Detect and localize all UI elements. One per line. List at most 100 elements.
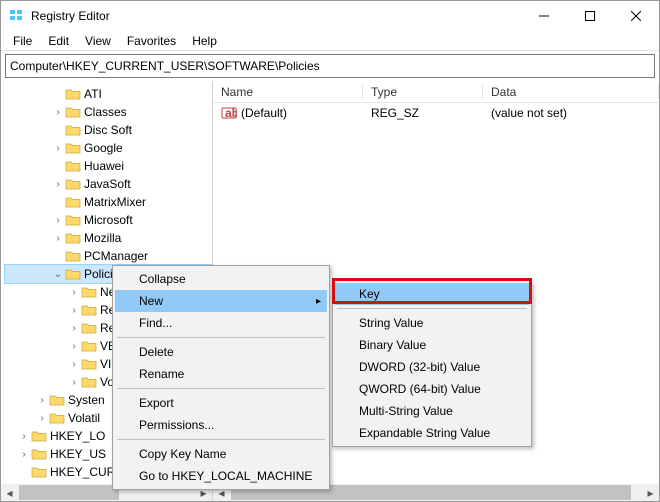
folder-icon [81, 356, 97, 372]
folder-icon [65, 194, 81, 210]
tree-twisty-icon[interactable]: › [51, 215, 65, 226]
tree-item-label: JavaSoft [84, 177, 131, 191]
tree-twisty-icon[interactable]: › [35, 395, 49, 406]
menu-edit[interactable]: Edit [40, 32, 77, 50]
tree-item[interactable]: Huawei [5, 157, 212, 175]
tree-twisty-icon[interactable]: › [51, 233, 65, 244]
value-data: (value not set) [483, 106, 659, 120]
folder-icon [81, 320, 97, 336]
tree-item[interactable]: ›Mozilla [5, 229, 212, 247]
ctx-separator [117, 337, 325, 338]
folder-icon [31, 464, 47, 480]
svg-text:ab: ab [225, 106, 237, 120]
tree-twisty-icon[interactable]: ⌄ [51, 269, 65, 280]
ctx-goto-hklm[interactable]: Go to HKEY_LOCAL_MACHINE [115, 465, 327, 487]
tree-item[interactable]: › Classes [5, 103, 212, 121]
folder-icon [65, 122, 81, 138]
tree-item-label: ATI [84, 87, 102, 101]
tree-twisty-icon[interactable]: › [67, 323, 81, 334]
tree-twisty-icon[interactable]: › [51, 179, 65, 190]
folder-icon [65, 212, 81, 228]
ctx-new[interactable]: New [115, 290, 327, 312]
tree-twisty-icon[interactable]: › [51, 107, 65, 118]
col-type[interactable]: Type [363, 85, 483, 99]
tree-item-label: Huawei [84, 159, 124, 173]
tree-twisty-icon[interactable]: › [17, 449, 31, 460]
folder-icon [81, 284, 97, 300]
tree-item[interactable]: › Microsoft [5, 211, 212, 229]
value-type: REG_SZ [363, 106, 483, 120]
window-buttons [521, 1, 659, 31]
tree-item-label: Classes [84, 105, 127, 119]
tree-twisty-icon[interactable]: › [67, 341, 81, 352]
folder-icon [65, 104, 81, 120]
menu-view[interactable]: View [77, 32, 119, 50]
col-data[interactable]: Data [483, 85, 659, 99]
tree-item[interactable]: ATI [5, 85, 212, 103]
ctx-separator [337, 308, 527, 309]
ctx-delete[interactable]: Delete [115, 341, 327, 363]
tree-twisty-icon[interactable]: › [67, 359, 81, 370]
scroll-left-icon[interactable]: ◂ [1, 484, 18, 501]
list-row[interactable]: ab (Default) REG_SZ (value not set) [213, 103, 659, 123]
tree-twisty-icon[interactable]: › [67, 377, 81, 388]
ctx-permissions[interactable]: Permissions... [115, 414, 327, 436]
minimize-button[interactable] [521, 1, 567, 31]
ctx-new-dword[interactable]: DWORD (32-bit) Value [335, 356, 529, 378]
ctx-separator [117, 439, 325, 440]
ctx-separator [117, 388, 325, 389]
regedit-icon [9, 8, 25, 24]
col-name[interactable]: Name [213, 85, 363, 99]
ctx-export[interactable]: Export [115, 392, 327, 414]
ctx-new-expandstring[interactable]: Expandable String Value [335, 422, 529, 444]
menu-favorites[interactable]: Favorites [119, 32, 184, 50]
ctx-copy-key-name[interactable]: Copy Key Name [115, 443, 327, 465]
context-submenu-new: Key String Value Binary Value DWORD (32-… [332, 280, 532, 447]
ctx-new-string[interactable]: String Value [335, 312, 529, 334]
tree-item[interactable]: MatrixMixer [5, 193, 212, 211]
ctx-find[interactable]: Find... [115, 312, 327, 334]
tree-item[interactable]: PCManager [5, 247, 212, 265]
address-path: Computer\HKEY_CURRENT_USER\SOFTWARE\Poli… [10, 59, 320, 73]
tree-item-label: Microsoft [84, 213, 133, 227]
ctx-collapse[interactable]: Collapse [115, 268, 327, 290]
titlebar: Registry Editor [1, 1, 659, 31]
context-menu: Collapse New Find... Delete Rename Expor… [112, 265, 330, 490]
ctx-new-qword[interactable]: QWORD (64-bit) Value [335, 378, 529, 400]
tree-item-label: MatrixMixer [84, 195, 146, 209]
tree-twisty-icon[interactable]: › [35, 413, 49, 424]
tree-twisty-icon[interactable]: › [51, 143, 65, 154]
close-button[interactable] [613, 1, 659, 31]
ctx-new-key[interactable]: Key [335, 283, 529, 305]
string-value-icon: ab [221, 105, 237, 121]
folder-icon [65, 158, 81, 174]
tree-twisty-icon[interactable]: › [67, 305, 81, 316]
menubar: File Edit View Favorites Help [1, 31, 659, 51]
registry-editor-window: Registry Editor File Edit View Favorites… [0, 0, 660, 502]
folder-icon [49, 410, 65, 426]
ctx-rename[interactable]: Rename [115, 363, 327, 385]
folder-icon [81, 374, 97, 390]
folder-icon [65, 140, 81, 156]
menu-file[interactable]: File [5, 32, 40, 50]
value-name: (Default) [241, 106, 287, 120]
tree-twisty-icon[interactable]: › [17, 431, 31, 442]
ctx-new-binary[interactable]: Binary Value [335, 334, 529, 356]
address-bar[interactable]: Computer\HKEY_CURRENT_USER\SOFTWARE\Poli… [5, 54, 655, 78]
main-area: ATI › Classes Disc Soft›Google Huawei › JavaSo… [1, 81, 659, 501]
menu-help[interactable]: Help [184, 32, 225, 50]
folder-icon [31, 428, 47, 444]
tree-item[interactable]: Disc Soft [5, 121, 212, 139]
folder-icon [49, 392, 65, 408]
tree-twisty-icon[interactable]: › [67, 287, 81, 298]
folder-icon [31, 446, 47, 462]
folder-icon [81, 302, 97, 318]
folder-icon [65, 248, 81, 264]
folder-icon [65, 176, 81, 192]
scroll-right-icon[interactable]: ▸ [642, 484, 659, 501]
tree-item[interactable]: ›Google [5, 139, 212, 157]
maximize-button[interactable] [567, 1, 613, 31]
ctx-new-multistring[interactable]: Multi-String Value [335, 400, 529, 422]
scroll-thumb[interactable] [19, 485, 119, 500]
tree-item[interactable]: › JavaSoft [5, 175, 212, 193]
